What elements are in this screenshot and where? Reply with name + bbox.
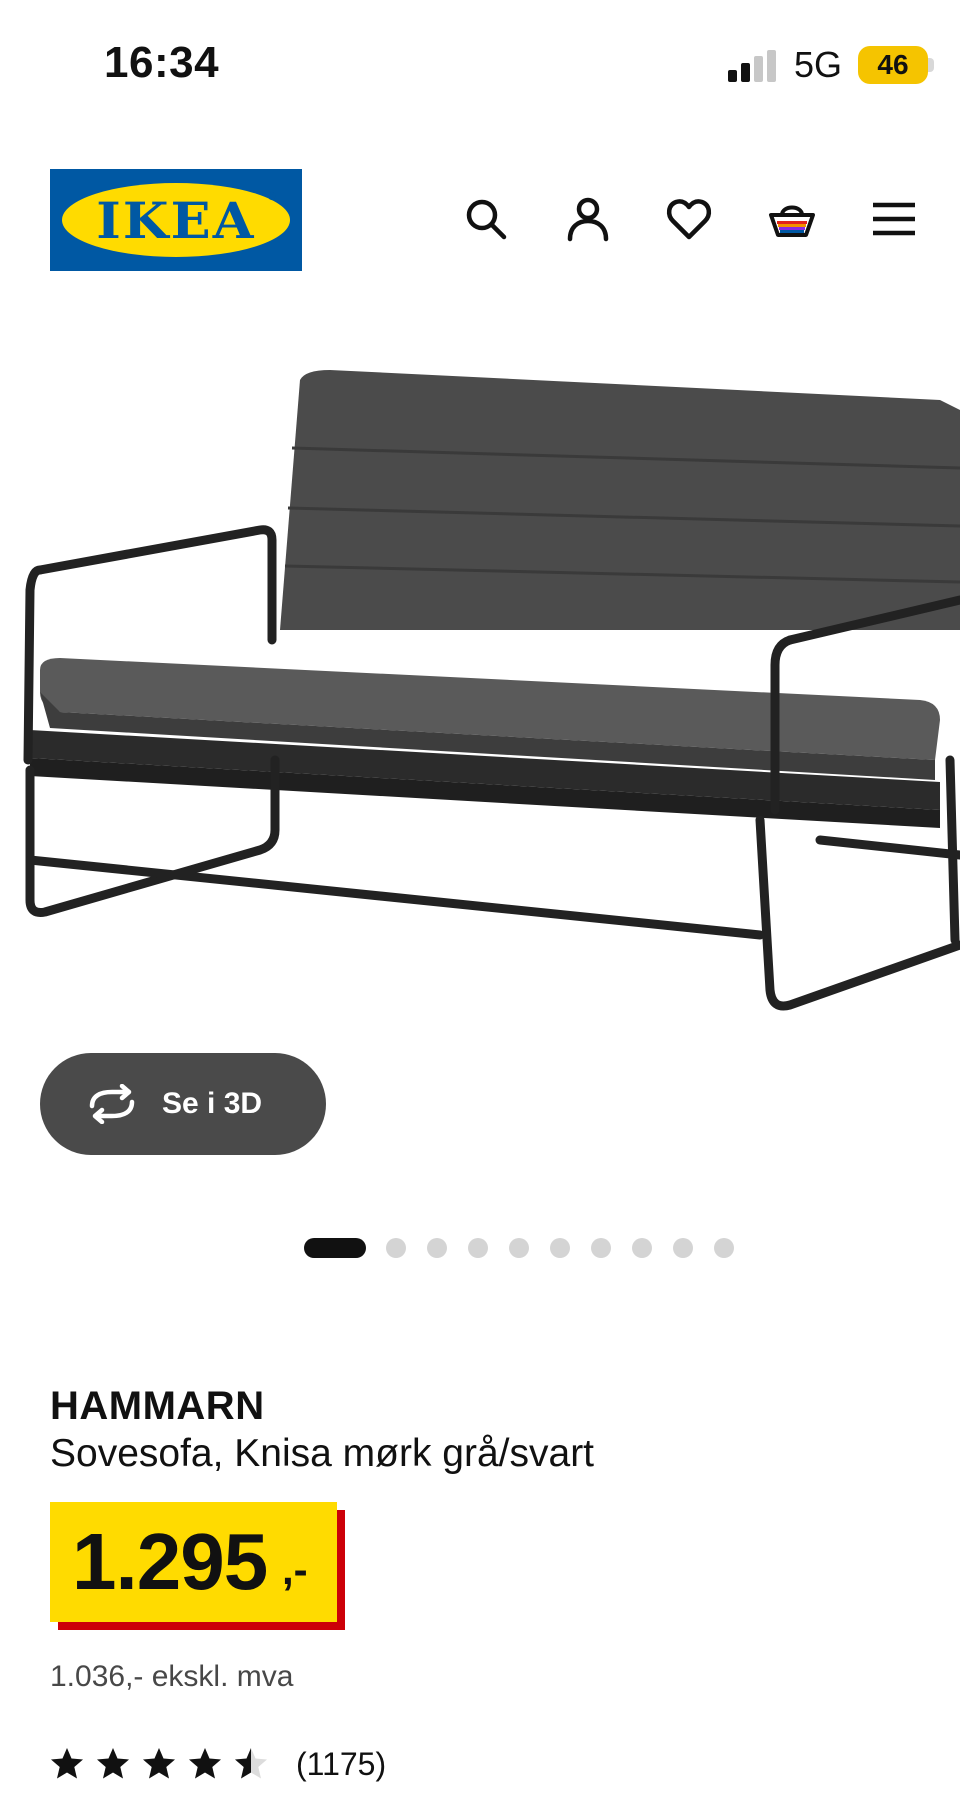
logo-oval: IKEA	[62, 183, 290, 257]
cellular-signal-icon	[728, 50, 776, 82]
product-image[interactable]	[0, 340, 960, 1060]
review-count: (1175)	[296, 1745, 387, 1782]
carousel-dot[interactable]	[591, 1238, 611, 1258]
status-time: 16:34	[104, 38, 220, 87]
account-button[interactable]	[558, 189, 618, 249]
view-in-3d-label: Se i 3D	[162, 1087, 263, 1120]
price-tag: 1.295 ,-	[50, 1502, 337, 1622]
carousel-dot[interactable]	[632, 1238, 652, 1258]
account-icon	[567, 197, 609, 242]
price-main: 1.295	[72, 1517, 268, 1606]
star-half-icon	[235, 1748, 267, 1779]
carousel-dot[interactable]	[386, 1238, 406, 1258]
carousel-dot[interactable]	[509, 1238, 529, 1258]
carousel-dot-active[interactable]	[304, 1238, 366, 1258]
search-button[interactable]	[456, 189, 516, 249]
carousel-dot[interactable]	[550, 1238, 570, 1258]
logo-text: IKEA	[96, 190, 256, 250]
carousel-dot[interactable]	[714, 1238, 734, 1258]
product-name: HAMMARN	[50, 1384, 265, 1428]
star-full-icon	[97, 1748, 129, 1779]
ikea-logo[interactable]: IKEA ®	[50, 169, 302, 271]
site-header: IKEA ®	[0, 165, 960, 275]
image-carousel-indicator	[0, 1236, 960, 1260]
battery-indicator: 46	[858, 46, 928, 84]
shopping-basket-button[interactable]	[762, 189, 822, 249]
hamburger-menu-icon	[873, 202, 915, 236]
price-suffix: ,-	[282, 1546, 308, 1593]
search-icon	[466, 199, 507, 240]
product-description: Sovesofa, Knisa mørk grå/svart	[50, 1432, 595, 1475]
logo-registered-mark: ®	[267, 191, 276, 203]
star-full-icon	[51, 1748, 83, 1779]
carousel-dot[interactable]	[427, 1238, 447, 1258]
carousel-dot[interactable]	[468, 1238, 488, 1258]
price-excl-vat: 1.036,- ekskl. mva	[50, 1660, 294, 1693]
carousel-dot[interactable]	[673, 1238, 693, 1258]
menu-button[interactable]	[864, 189, 924, 249]
rotate-3d-icon	[89, 1084, 135, 1124]
status-bar: 16:34 5G 46	[0, 0, 960, 130]
battery-cap	[928, 58, 934, 72]
network-type: 5G	[794, 44, 843, 85]
view-in-3d-button[interactable]: Se i 3D	[40, 1053, 326, 1155]
favorites-heart-icon	[666, 199, 712, 240]
favorites-button[interactable]	[659, 189, 719, 249]
star-full-icon	[143, 1748, 175, 1779]
star-full-icon	[189, 1748, 221, 1779]
shopping-basket-icon	[769, 205, 815, 237]
product-rating[interactable]: (1175)	[50, 1742, 386, 1786]
